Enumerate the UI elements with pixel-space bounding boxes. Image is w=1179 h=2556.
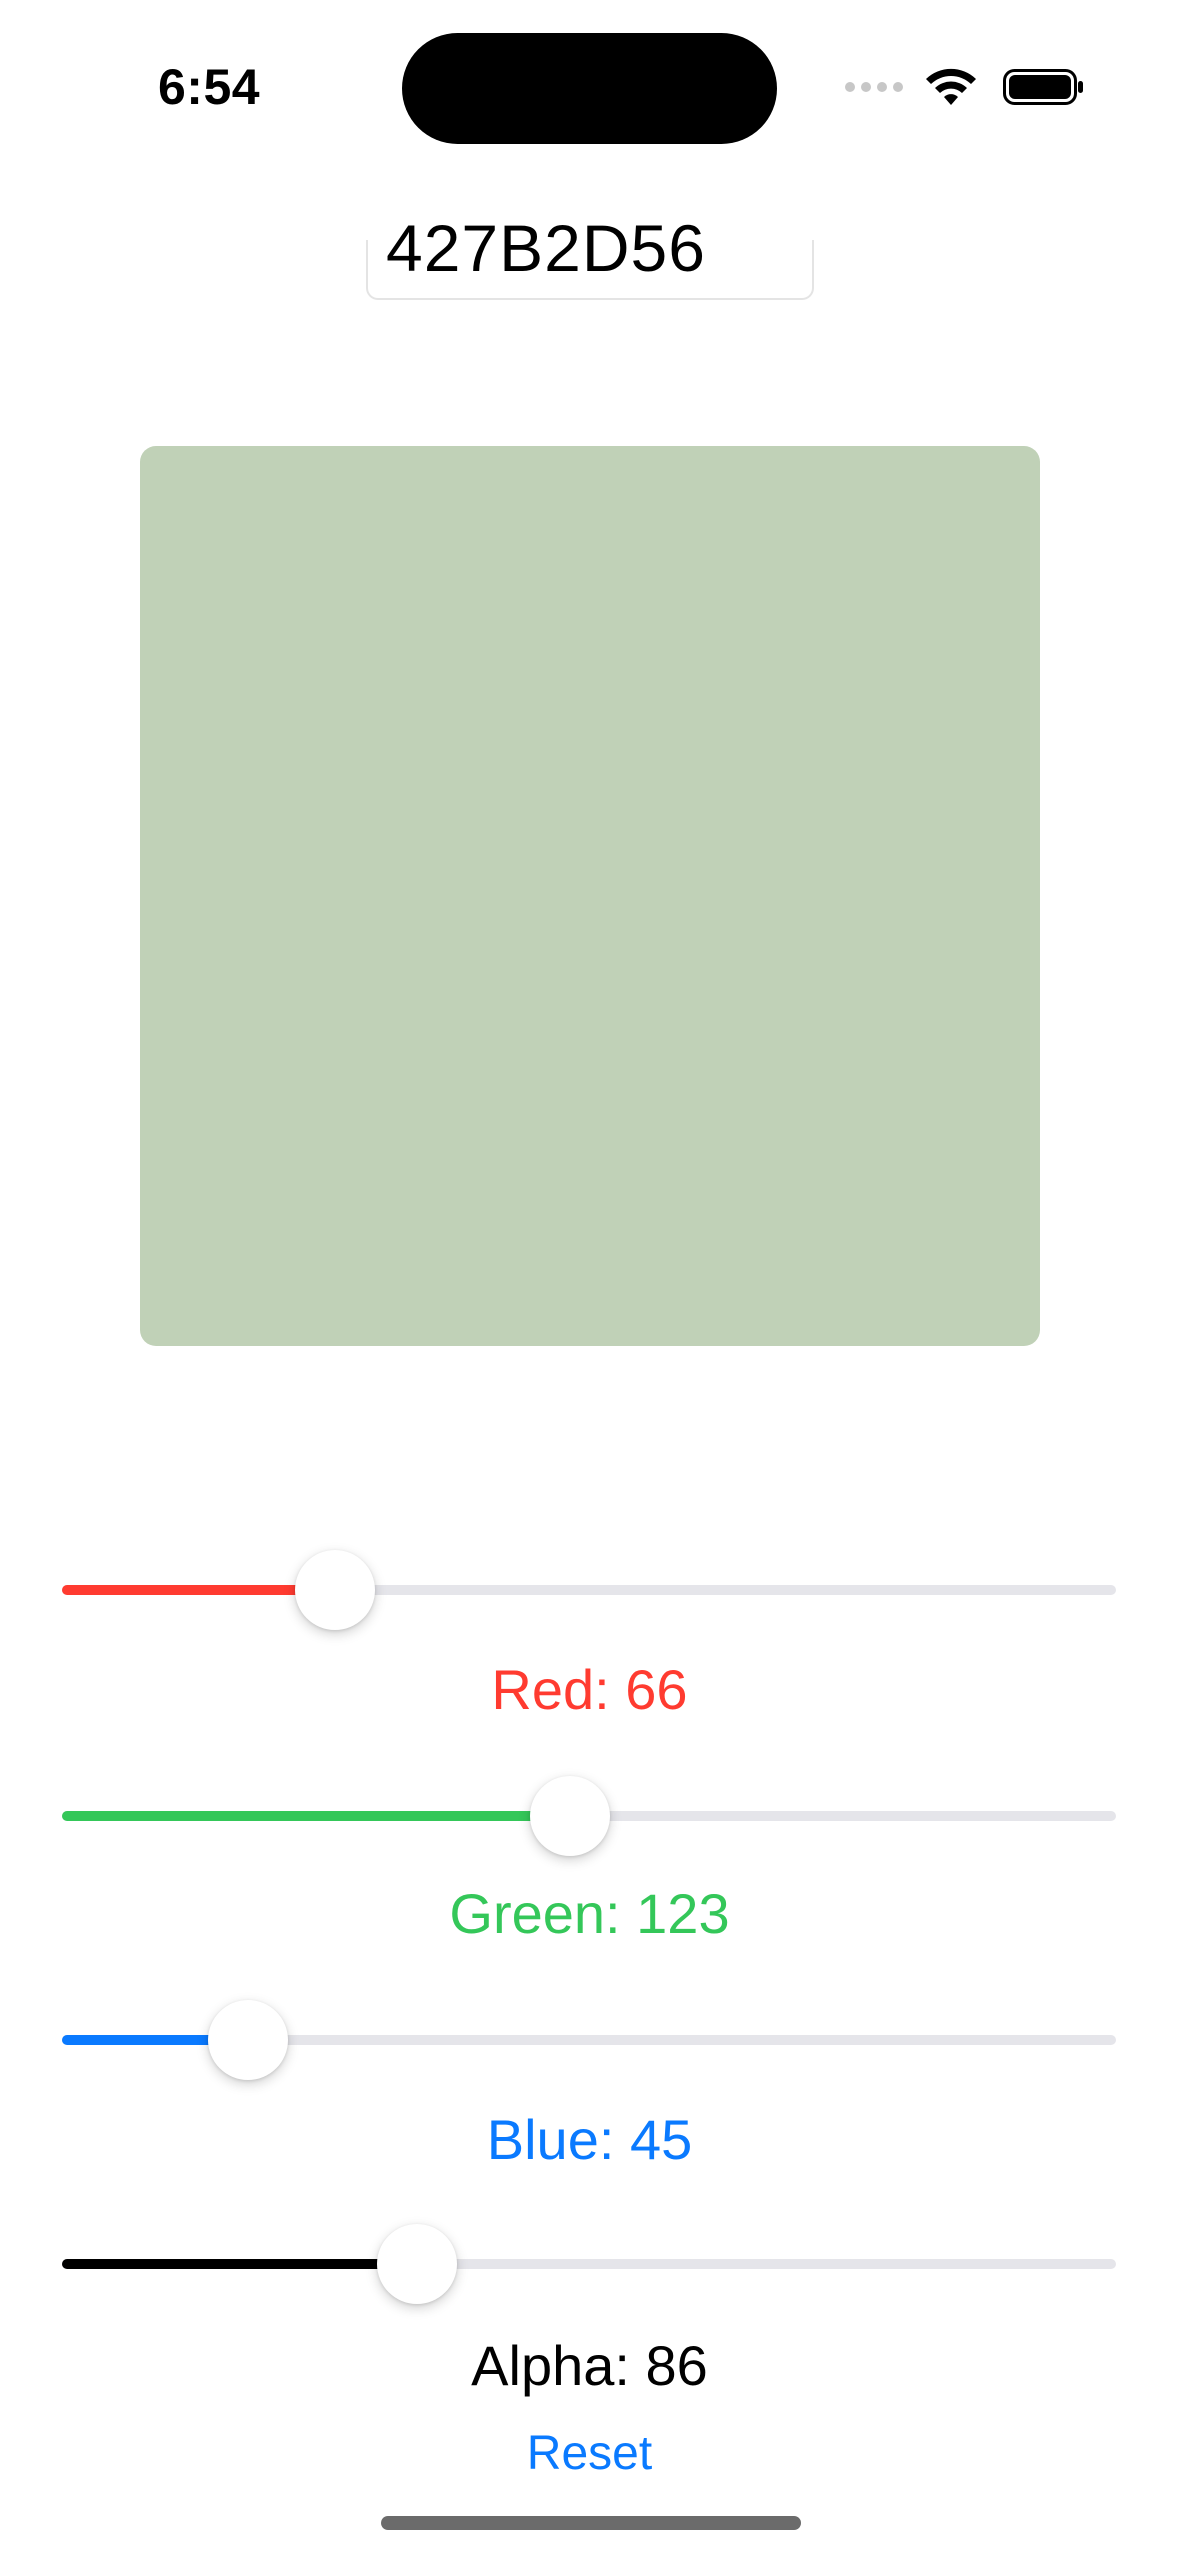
green-slider-thumb[interactable]: [530, 1776, 610, 1856]
red-value-label: Red: 66: [491, 1658, 688, 1721]
status-icons: [845, 62, 1085, 112]
battery-icon: [1003, 69, 1083, 105]
green-slider[interactable]: [62, 1776, 1116, 1856]
red-slider-thumb[interactable]: [295, 1550, 375, 1630]
hex-input-value[interactable]: 427B2D56: [386, 208, 706, 288]
blue-value-label: Blue: 45: [486, 2108, 693, 2171]
alpha-slider-thumb[interactable]: [377, 2224, 457, 2304]
wifi-icon: [926, 68, 976, 105]
status-time: 6:54: [158, 59, 261, 115]
reset-button[interactable]: Reset: [0, 2424, 1179, 2484]
alpha-slider[interactable]: [62, 2224, 1116, 2304]
alpha-slider-fill: [62, 2259, 417, 2269]
blue-slider-thumb[interactable]: [208, 2000, 288, 2080]
green-slider-fill: [62, 1811, 570, 1821]
red-slider[interactable]: [62, 1550, 1116, 1630]
alpha-value-label: Alpha: 86: [471, 2334, 708, 2397]
home-indicator[interactable]: [381, 2516, 801, 2530]
cellular-signal-icon: [845, 82, 903, 92]
green-value-label: Green: 123: [449, 1882, 730, 1945]
dynamic-island: [402, 33, 777, 144]
blue-slider[interactable]: [62, 2000, 1116, 2080]
color-preview: [140, 446, 1040, 1346]
